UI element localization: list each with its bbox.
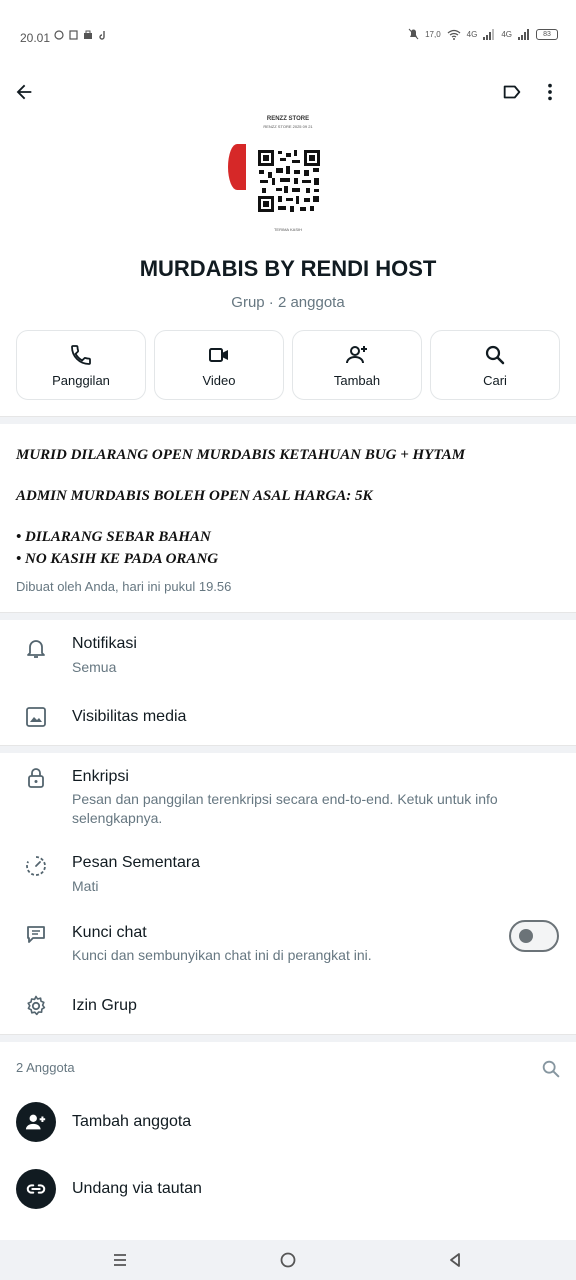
chat-lock-icon <box>27 926 45 943</box>
encryption-row[interactable]: Enkripsi Pesan dan panggilan terenkripsi… <box>0 754 576 836</box>
encryption-desc: Pesan dan panggilan terenkripsi secara e… <box>72 791 498 826</box>
photo-red-shape <box>228 144 246 190</box>
arrow-back-icon <box>16 84 32 100</box>
mute-icon <box>408 28 419 40</box>
notifications-row[interactable]: Notifikasi Semua <box>0 620 576 692</box>
more-vert-icon <box>548 83 552 101</box>
disappearing-messages-row[interactable]: Pesan Sementara Mati <box>0 840 576 906</box>
group-permissions-row[interactable]: Izin Grup <box>0 980 576 1032</box>
section-divider <box>0 612 576 620</box>
group-description[interactable]: MURID DILARANG OPEN MURDABIS KETAHUAN BU… <box>16 444 556 570</box>
notification-icons <box>54 30 108 40</box>
media-visibility-row[interactable]: Visibilitas media <box>0 692 576 744</box>
photo-title: RENZZ STORE <box>266 116 310 122</box>
more-options-button[interactable] <box>536 78 564 106</box>
members-search-icon[interactable] <box>540 1058 562 1080</box>
action-buttons: Panggilan Video Tambah Cari <box>16 330 560 400</box>
search-label: Cari <box>483 372 507 388</box>
network-type-2: 4G <box>501 29 512 39</box>
add-member-avatar <box>16 1102 56 1142</box>
video-button[interactable]: Video <box>154 330 284 400</box>
app-bar <box>0 72 576 112</box>
toggle-knob <box>519 929 533 943</box>
description-line: • NO KASIH KE PADA ORANG <box>16 551 219 567</box>
status-bar: 20.01 17,0 4G 4G 83 <box>0 0 576 72</box>
invite-link-avatar <box>16 1169 56 1209</box>
section-divider <box>0 1034 576 1042</box>
gear-icon <box>27 995 46 1016</box>
whatsapp-icon <box>54 30 64 40</box>
add-person-icon <box>346 345 367 363</box>
call-button[interactable]: Panggilan <box>16 330 146 400</box>
notifications-value: Semua <box>72 659 117 675</box>
created-info: Dibuat oleh Anda, hari ini pukul 19.56 <box>16 579 232 594</box>
chat-lock-title: Kunci chat <box>72 924 147 941</box>
video-label: Video <box>202 372 236 388</box>
add-label: Tambah <box>333 372 381 388</box>
timer-icon <box>26 856 46 876</box>
add-button[interactable]: Tambah <box>292 330 422 400</box>
description-line: MURID DILARANG OPEN MURDABIS KETAHUAN BU… <box>16 447 466 463</box>
invite-link-label: Undang via tautan <box>72 1180 202 1197</box>
notifications-title: Notifikasi <box>72 635 137 652</box>
group-name[interactable]: MURDABIS BY RENDI HOST <box>0 256 576 282</box>
photo-subtitle: RENZZ STORE 2025 09 21 <box>263 124 313 129</box>
qr-code-image <box>256 148 322 214</box>
home-button[interactable] <box>276 1248 300 1272</box>
label-button[interactable] <box>498 78 526 106</box>
group-subtitle: Grup · 2 anggota <box>231 294 345 311</box>
network-type-1: 4G <box>466 29 478 39</box>
chat-lock-row[interactable]: Kunci chat Kunci dan sembunyikan chat in… <box>0 908 576 974</box>
add-person-icon <box>25 1114 46 1130</box>
nav-back-button[interactable] <box>443 1248 467 1272</box>
search-icon <box>485 345 505 364</box>
invite-link-row[interactable]: Undang via tautan <box>0 1161 576 1219</box>
image-icon <box>26 707 46 727</box>
photo-footer: TERIMA KASIH <box>273 227 302 232</box>
triangle-back-icon <box>450 1253 460 1267</box>
link-icon <box>26 1184 46 1194</box>
call-label: Panggilan <box>52 372 110 388</box>
label-icon <box>503 85 521 99</box>
bag-icon <box>84 30 92 39</box>
description-line: • DILARANG SEBAR BAHAN <box>16 529 211 545</box>
section-divider <box>0 745 576 753</box>
circle-home-icon <box>280 1252 296 1268</box>
phone-icon <box>71 344 91 365</box>
video-icon <box>209 347 228 362</box>
recent-apps-button[interactable] <box>108 1248 132 1272</box>
group-permissions-title: Izin Grup <box>72 997 137 1014</box>
add-member-label: Tambah anggota <box>72 1113 192 1130</box>
search-button[interactable]: Cari <box>430 330 560 400</box>
chat-lock-toggle[interactable] <box>509 920 559 952</box>
add-member-row[interactable]: Tambah anggota <box>0 1094 576 1152</box>
signal-icon-2 <box>518 28 529 40</box>
back-button[interactable] <box>10 78 38 106</box>
sim-icon <box>69 30 78 40</box>
status-time: 20.01 <box>20 31 51 45</box>
network-speed: 17,0 <box>425 29 441 39</box>
group-photo[interactable]: RENZZ STORE RENZZ STORE 2025 09 21 TERIM… <box>226 110 350 238</box>
disappearing-title: Pesan Sementara <box>72 854 201 871</box>
media-visibility-title: Visibilitas media <box>72 708 187 725</box>
description-line: ADMIN MURDABIS BOLEH OPEN ASAL HARGA: 5K <box>16 488 373 504</box>
menu-lines-icon <box>114 1254 126 1266</box>
system-icons: 17,0 4G 4G 83 <box>408 28 558 40</box>
lock-icon <box>28 768 44 788</box>
system-nav-bar <box>0 1240 576 1280</box>
section-divider <box>0 416 576 424</box>
encryption-title: Enkripsi <box>72 768 129 785</box>
wifi-icon <box>447 29 461 40</box>
battery-level: 83 <box>543 30 551 38</box>
bell-icon <box>27 640 45 658</box>
battery-icon: 83 <box>536 28 558 40</box>
tiktok-icon <box>99 31 105 40</box>
disappearing-value: Mati <box>72 878 99 894</box>
signal-icon <box>483 28 495 40</box>
members-count: 2 Anggota <box>16 1060 75 1075</box>
chat-lock-desc: Kunci dan sembunyikan chat ini di perang… <box>72 947 372 963</box>
